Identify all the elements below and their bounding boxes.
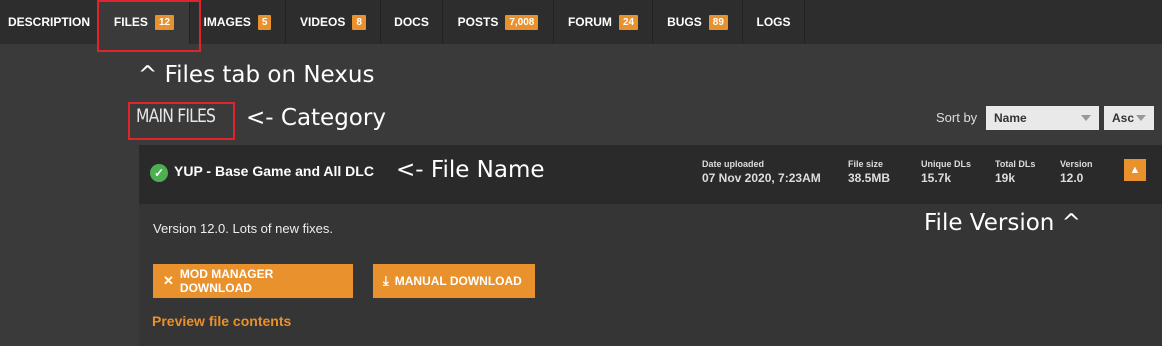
check-icon: ✓ xyxy=(150,164,168,182)
count-badge: 5 xyxy=(257,14,272,30)
file-size-stat: File size 38.5MB xyxy=(848,159,890,185)
category-heading: MAIN FILES xyxy=(136,105,216,127)
file-name-annotation: <- File Name xyxy=(396,157,545,183)
stat-label: Unique DLs xyxy=(921,159,972,169)
tab-images[interactable]: IMAGES 5 xyxy=(190,0,286,44)
stat-label: Total DLs xyxy=(995,159,1036,169)
stat-value: 19k xyxy=(995,171,1016,185)
tab-label: DESCRIPTION xyxy=(8,15,91,29)
tab-logs[interactable]: LOGS xyxy=(743,0,805,44)
chevron-up-icon: ▲ xyxy=(1129,164,1141,176)
sort-field-value: Name xyxy=(994,111,1027,125)
stat-label: Version xyxy=(1060,159,1093,169)
file-description: Version 12.0. Lots of new fixes. xyxy=(153,221,333,236)
tab-description[interactable]: DESCRIPTION xyxy=(0,0,99,44)
files-tab-highlight xyxy=(97,0,201,52)
file-name: YUP - Base Game and All DLC xyxy=(174,163,374,179)
count-badge: 8 xyxy=(352,14,366,30)
chevron-down-icon xyxy=(1136,115,1146,121)
tab-label: LOGS xyxy=(756,15,791,29)
date-uploaded-stat: Date uploaded 07 Nov 2020, 7:23AM xyxy=(702,159,821,185)
tab-bugs[interactable]: BUGS 89 xyxy=(653,0,743,44)
tab-forum[interactable]: FORUM 24 xyxy=(554,0,653,44)
manual-download-button[interactable]: ⤓ MANUAL DOWNLOAD xyxy=(373,264,535,298)
tab-label: VIDEOS xyxy=(300,15,346,29)
count-badge: 24 xyxy=(618,14,639,30)
stat-label: File size xyxy=(848,159,884,169)
sort-by-label: Sort by xyxy=(936,110,978,125)
category-annotation: <- Category xyxy=(246,105,386,131)
files-tab-annotation: ^ Files tab on Nexus xyxy=(138,62,375,88)
total-dls-stat: Total DLs 19k xyxy=(995,159,1035,185)
sort-field-select[interactable]: Name xyxy=(986,106,1099,130)
stat-value: 38.5MB xyxy=(848,171,891,185)
unique-dls-stat: Unique DLs 15.7k xyxy=(921,159,971,185)
stat-value: 12.0 xyxy=(1060,171,1084,185)
chevron-down-icon xyxy=(1081,115,1091,121)
tab-posts[interactable]: POSTS 7,008 xyxy=(443,0,554,44)
count-badge: 7,008 xyxy=(505,14,539,30)
tab-label: FORUM xyxy=(567,15,612,29)
button-label: MOD MANAGER DOWNLOAD xyxy=(179,267,274,295)
button-label: MANUAL DOWNLOAD xyxy=(394,274,522,288)
collapse-button[interactable]: ▲ xyxy=(1124,159,1146,181)
mod-manager-download-button[interactable]: ✕ MOD MANAGER DOWNLOAD xyxy=(153,264,353,298)
tab-label: BUGS xyxy=(667,15,702,29)
sort-order-select[interactable]: Asc xyxy=(1104,106,1154,130)
tab-label: POSTS xyxy=(457,15,499,29)
sort-order-value: Asc xyxy=(1112,111,1135,125)
stat-value: 07 Nov 2020, 7:23AM xyxy=(702,171,821,185)
stat-label: Date uploaded xyxy=(702,159,765,169)
mod-manager-icon: ✕ xyxy=(163,273,174,288)
tab-docs[interactable]: DOCS xyxy=(381,0,443,44)
version-stat: Version 12.0 xyxy=(1060,159,1093,185)
file-version-annotation: File Version ^ xyxy=(924,210,1081,236)
tab-label: IMAGES xyxy=(203,15,251,29)
download-icon: ⤓ xyxy=(383,273,389,288)
count-badge: 89 xyxy=(708,14,728,30)
preview-file-contents-link[interactable]: Preview file contents xyxy=(152,313,291,329)
tab-videos[interactable]: VIDEOS 8 xyxy=(286,0,381,44)
tab-label: DOCS xyxy=(394,15,429,29)
stat-value: 15.7k xyxy=(921,171,952,185)
